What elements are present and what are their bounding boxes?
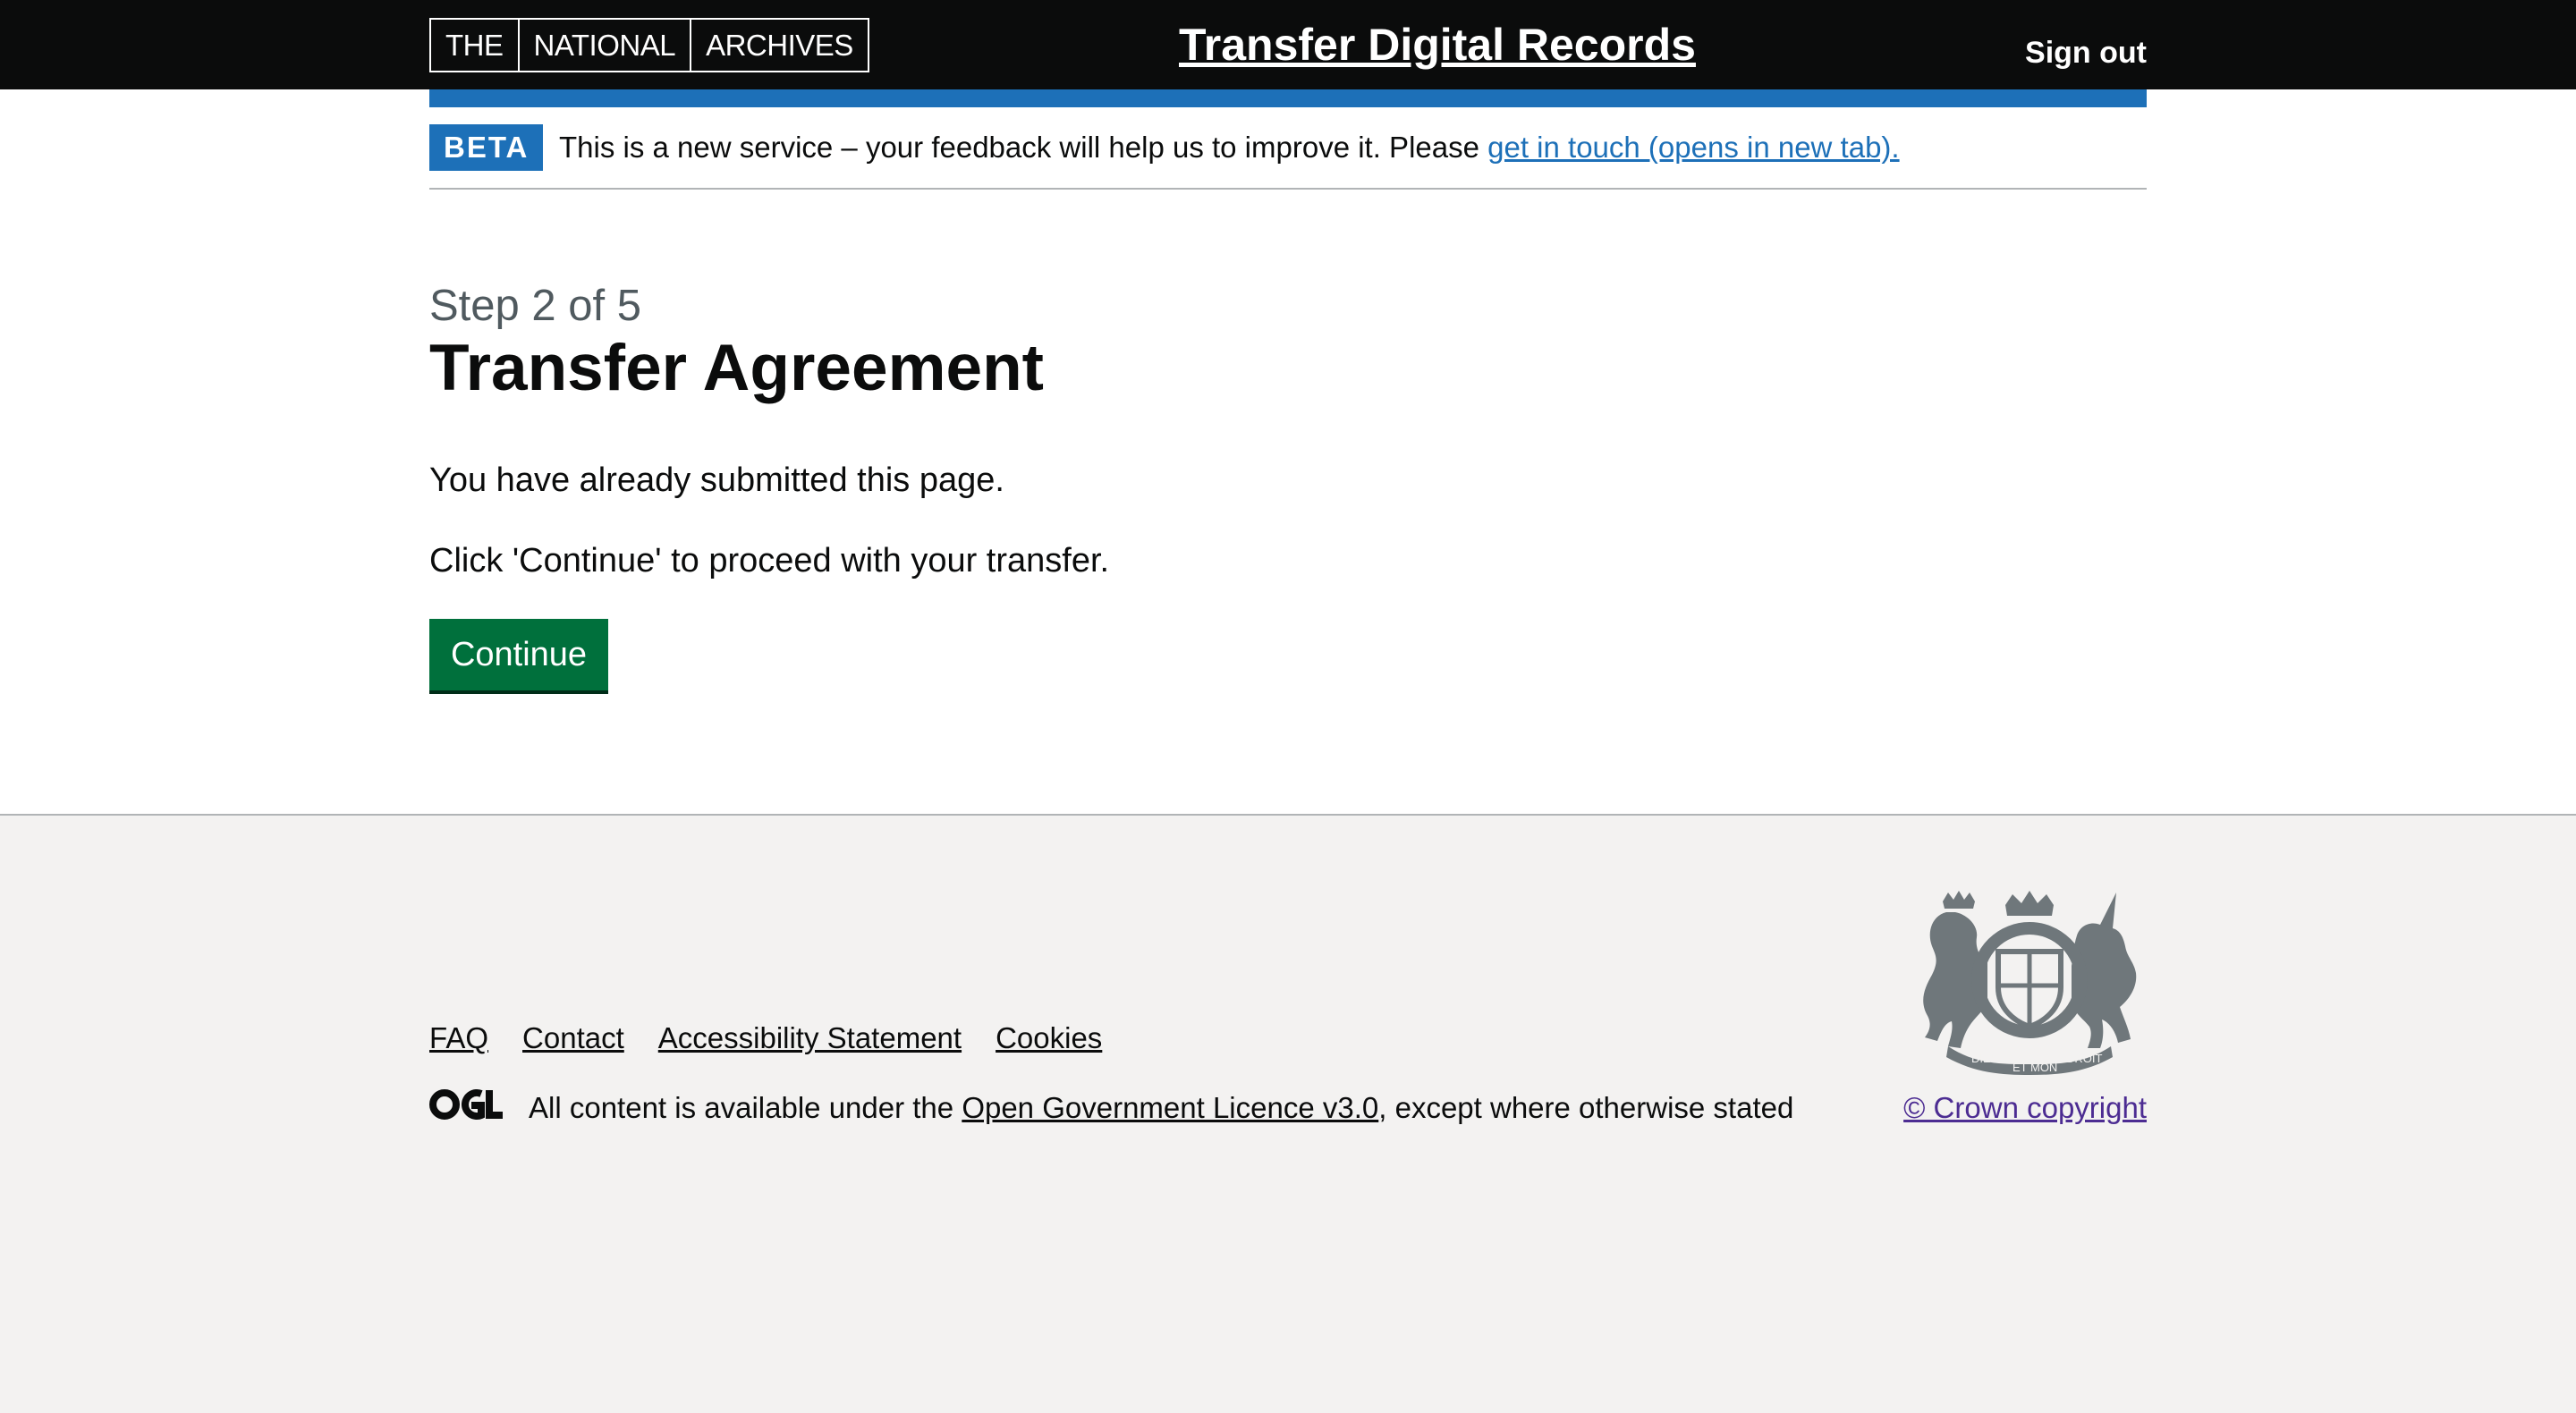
licence-suffix: , except where otherwise stated (1378, 1091, 1794, 1124)
royal-coat-of-arms-icon: DIEU ET MON DROIT (1923, 891, 2137, 1075)
ogl-logo-icon (429, 1089, 503, 1120)
footer-links: FAQ Contact Accessibility Statement Cook… (429, 1018, 1102, 1059)
footer-link-cookies[interactable]: Cookies (996, 1018, 1102, 1059)
licence-prefix: All content is available under the (529, 1091, 962, 1124)
logo-part-archives: ARCHIVES (690, 20, 868, 71)
crest-motto-et-mon: ET MON (2012, 1061, 2057, 1074)
step-caption: Step 2 of 5 (429, 282, 642, 330)
phase-banner-text: This is a new service – your feedback wi… (559, 127, 1900, 168)
footer-link-accessibility-statement[interactable]: Accessibility Statement (658, 1018, 962, 1059)
logo-part-national: NATIONAL (517, 20, 691, 71)
phase-banner: BETA This is a new service – your feedba… (429, 107, 2147, 190)
crown-copyright-link[interactable]: © Crown copyright (1903, 1087, 2147, 1129)
footer-link-contact[interactable]: Contact (522, 1018, 624, 1059)
header-blue-bar (429, 89, 2147, 107)
national-archives-logo[interactable]: THE NATIONAL ARCHIVES (429, 18, 869, 72)
beta-tag: BETA (429, 124, 544, 171)
phase-banner-message: This is a new service – your feedback wi… (559, 131, 1488, 164)
site-header: THE NATIONAL ARCHIVES Transfer Digital R… (0, 0, 2576, 89)
licence-statement: All content is available under the Open … (529, 1087, 1793, 1129)
open-government-licence-link[interactable]: Open Government Licence v3.0 (962, 1091, 1378, 1124)
crest-motto-dieu: DIEU (1971, 1052, 1999, 1065)
footer-link-faq[interactable]: FAQ (429, 1018, 488, 1059)
service-name-link[interactable]: Transfer Digital Records (1179, 16, 1696, 73)
crest-motto-droit: DROIT (2066, 1052, 2103, 1065)
continue-button[interactable]: Continue (429, 619, 608, 690)
page: THE NATIONAL ARCHIVES Transfer Digital R… (0, 0, 2576, 1413)
page-title: Transfer Agreement (429, 332, 1044, 404)
site-footer: FAQ Contact Accessibility Statement Cook… (0, 814, 2576, 1413)
continue-instruction-text: Click 'Continue' to proceed with your tr… (429, 542, 1110, 580)
already-submitted-text: You have already submitted this page. (429, 461, 1004, 499)
sign-out-link[interactable]: Sign out (2025, 32, 2147, 73)
logo-part-the: THE (445, 29, 504, 62)
feedback-link[interactable]: get in touch (opens in new tab). (1487, 131, 1899, 164)
